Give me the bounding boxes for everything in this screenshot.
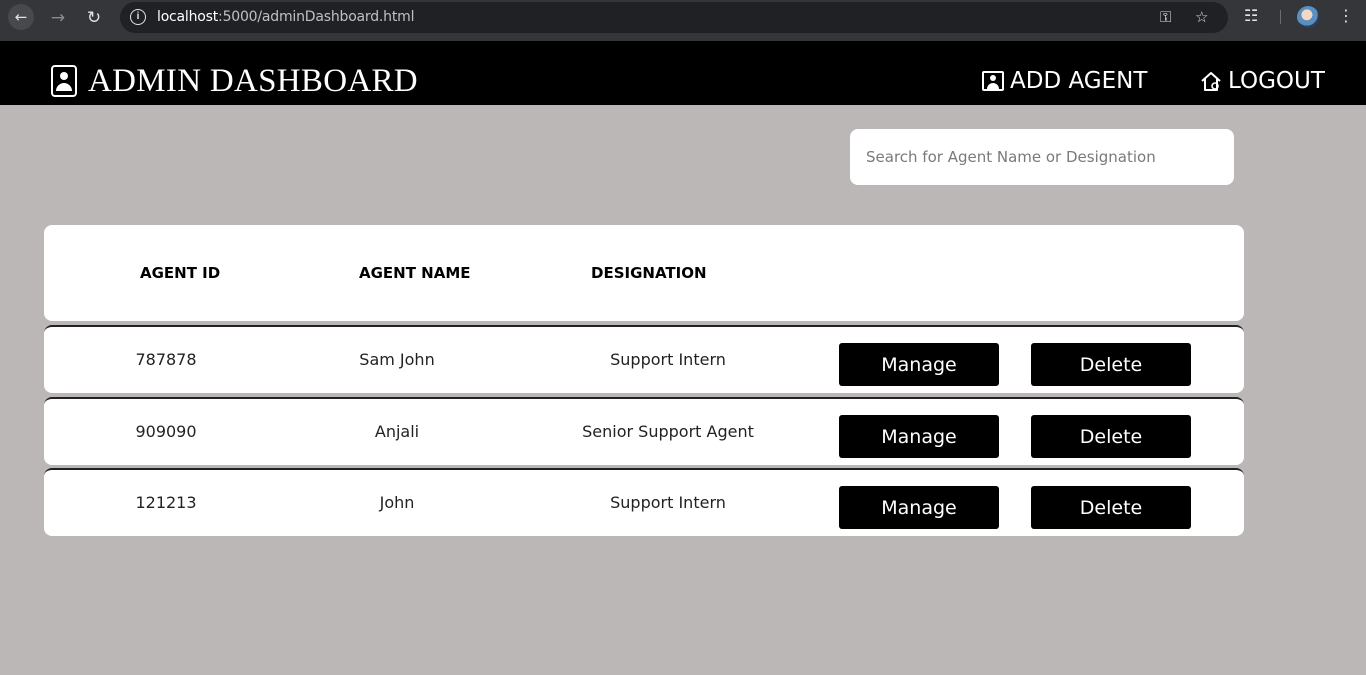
logout-label: LOGOUT (1228, 68, 1325, 94)
add-agent-link[interactable]: ADD AGENT (982, 68, 1147, 94)
manage-button[interactable]: Manage (839, 415, 999, 458)
delete-button[interactable]: Delete (1031, 486, 1191, 529)
reload-icon[interactable]: ↻ (80, 6, 108, 30)
table-row: 121213 John Support Intern Manage Delete (44, 468, 1244, 536)
logout-link[interactable]: LOGOUT (1200, 68, 1325, 94)
column-header-agent-id: AGENT ID (140, 264, 221, 282)
back-icon[interactable]: ← (8, 4, 34, 30)
page-title: ADMIN DASHBOARD (88, 63, 418, 99)
address-bar[interactable]: i localhost:5000/adminDashboard.html ⚿ ☆ (120, 2, 1228, 33)
key-icon[interactable]: ⚿ (1160, 8, 1171, 26)
home-icon (1200, 70, 1222, 92)
manage-button[interactable]: Manage (839, 486, 999, 529)
table-row: 909090 Anjali Senior Support Agent Manag… (44, 397, 1244, 465)
designation-cell: Senior Support Agent (582, 422, 754, 441)
browser-toolbar: ← → ↻ i localhost:5000/adminDashboard.ht… (0, 0, 1366, 41)
designation-cell: Support Intern (610, 350, 726, 369)
column-header-designation: DESIGNATION (591, 264, 707, 282)
forward-icon[interactable]: → (44, 6, 72, 30)
profile-avatar[interactable] (1297, 6, 1319, 28)
delete-button[interactable]: Delete (1031, 343, 1191, 386)
agent-id-cell: 787878 (135, 350, 197, 369)
agent-id-cell: 121213 (135, 493, 197, 512)
user-card-icon (982, 71, 1004, 91)
agent-id-cell: 909090 (135, 422, 197, 441)
url-text[interactable]: localhost:5000/adminDashboard.html (157, 9, 414, 25)
manage-button[interactable]: Manage (839, 343, 999, 386)
toolbar-divider (1280, 10, 1281, 24)
delete-button[interactable]: Delete (1031, 415, 1191, 458)
search-input[interactable] (850, 129, 1234, 185)
column-header-agent-name: AGENT NAME (359, 264, 471, 282)
extensions-icon[interactable]: ☷ (1244, 6, 1258, 25)
add-agent-label: ADD AGENT (1010, 68, 1148, 94)
app-header: ADMIN DASHBOARD ADD AGENT LOGOUT (0, 41, 1366, 105)
designation-cell: Support Intern (610, 493, 726, 512)
agent-name-cell: Sam John (359, 350, 435, 369)
id-badge-icon (51, 65, 77, 97)
agent-name-cell: Anjali (374, 422, 420, 441)
table-header: AGENT ID AGENT NAME DESIGNATION (44, 225, 1244, 321)
agent-name-cell: John (379, 493, 415, 512)
star-icon[interactable]: ☆ (1195, 8, 1208, 26)
site-info-icon[interactable]: i (130, 9, 146, 25)
menu-icon[interactable]: ⋮ (1338, 6, 1354, 25)
table-row: 787878 Sam John Support Intern Manage De… (44, 325, 1244, 393)
